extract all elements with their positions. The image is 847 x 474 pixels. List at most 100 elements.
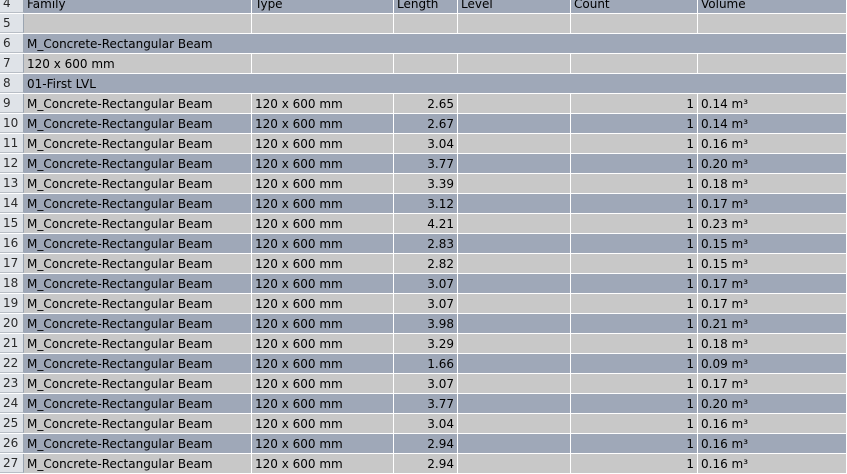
row-number[interactable]: 8 [0,74,24,93]
cell-family[interactable]: M_Concrete-Rectangular Beam [24,334,252,354]
cell-length[interactable]: 2.94 [394,454,458,474]
cell-count[interactable]: 1 [571,94,698,114]
cell-family[interactable]: M_Concrete-Rectangular Beam [24,194,252,214]
cell-volume[interactable]: 0.15 m³ [698,254,847,274]
cell-level[interactable] [458,194,571,214]
cell-count[interactable]: 1 [571,194,698,214]
cell-level[interactable] [458,454,571,474]
cell-family[interactable]: M_Concrete-Rectangular Beam [24,294,252,314]
cell-type[interactable]: 120 x 600 mm [252,174,394,194]
cell-type[interactable]: 120 x 600 mm [252,334,394,354]
cell-level[interactable] [458,134,571,154]
column-header-level[interactable]: Level [458,0,571,14]
cell-count[interactable]: 1 [571,454,698,474]
cell-volume[interactable]: 0.17 m³ [698,374,847,394]
row-number[interactable]: 19 [0,294,24,313]
cell-count[interactable]: 1 [571,214,698,234]
cell-level[interactable] [458,114,571,134]
cell-level[interactable] [458,254,571,274]
cell-volume[interactable]: 0.17 m³ [698,194,847,214]
cell-family[interactable]: M_Concrete-Rectangular Beam [24,454,252,474]
group-label[interactable]: 01-First LVL [24,74,847,94]
cell-volume[interactable]: 0.17 m³ [698,274,847,294]
row-number[interactable]: 20 [0,314,24,333]
cell-volume[interactable]: 0.23 m³ [698,214,847,234]
cell-count[interactable]: 1 [571,154,698,174]
cell-volume[interactable]: 0.16 m³ [698,134,847,154]
row-number[interactable]: 14 [0,194,24,213]
cell-length[interactable]: 3.07 [394,274,458,294]
cell-length[interactable]: 1.66 [394,354,458,374]
cell-family[interactable]: M_Concrete-Rectangular Beam [24,134,252,154]
cell-length[interactable]: 4.21 [394,214,458,234]
row-number[interactable]: 18 [0,274,24,293]
row-number[interactable]: 21 [0,334,24,353]
row-number[interactable]: 9 [0,94,24,113]
row-number[interactable]: 5 [0,14,24,33]
cell-volume[interactable]: 0.14 m³ [698,114,847,134]
cell-type[interactable]: 120 x 600 mm [252,194,394,214]
cell[interactable] [394,54,458,74]
cell[interactable] [698,14,847,34]
column-header-type[interactable]: Type [252,0,394,14]
cell-length[interactable]: 2.83 [394,234,458,254]
cell-volume[interactable]: 0.21 m³ [698,314,847,334]
cell-type[interactable]: 120 x 600 mm [252,94,394,114]
cell-volume[interactable]: 0.16 m³ [698,454,847,474]
cell-volume[interactable]: 0.17 m³ [698,294,847,314]
cell-type[interactable]: 120 x 600 mm [252,234,394,254]
cell-family[interactable]: M_Concrete-Rectangular Beam [24,374,252,394]
row-number[interactable]: 10 [0,114,24,133]
column-header-length[interactable]: Length [394,0,458,14]
cell-family[interactable]: M_Concrete-Rectangular Beam [24,354,252,374]
cell-length[interactable]: 2.65 [394,94,458,114]
cell-count[interactable]: 1 [571,174,698,194]
row-number[interactable]: 17 [0,254,24,273]
cell-volume[interactable]: 0.18 m³ [698,334,847,354]
row-number[interactable]: 24 [0,394,24,413]
cell[interactable] [458,14,571,34]
cell-length[interactable]: 3.39 [394,174,458,194]
cell-length[interactable]: 3.98 [394,314,458,334]
cell-type[interactable]: 120 x 600 mm [252,274,394,294]
row-number[interactable]: 15 [0,214,24,233]
column-header-family[interactable]: Family [24,0,252,14]
cell-family[interactable]: M_Concrete-Rectangular Beam [24,214,252,234]
cell-level[interactable] [458,94,571,114]
cell-family[interactable]: M_Concrete-Rectangular Beam [24,254,252,274]
cell-length[interactable]: 3.77 [394,154,458,174]
row-number[interactable]: 12 [0,154,24,173]
cell-level[interactable] [458,374,571,394]
cell-volume[interactable]: 0.15 m³ [698,234,847,254]
cell[interactable] [571,54,698,74]
cell-volume[interactable]: 0.14 m³ [698,94,847,114]
cell-count[interactable]: 1 [571,234,698,254]
cell-count[interactable]: 1 [571,354,698,374]
cell-family[interactable]: M_Concrete-Rectangular Beam [24,274,252,294]
cell-family[interactable]: M_Concrete-Rectangular Beam [24,234,252,254]
cell[interactable] [24,14,252,34]
cell-type[interactable]: 120 x 600 mm [252,214,394,234]
column-header-volume[interactable]: Volume [698,0,847,14]
row-number[interactable]: 23 [0,374,24,393]
cell-length[interactable]: 3.04 [394,134,458,154]
cell-length[interactable]: 3.07 [394,294,458,314]
cell-type[interactable]: 120 x 600 mm [252,374,394,394]
row-number[interactable]: 27 [0,454,24,473]
cell-length[interactable]: 3.07 [394,374,458,394]
cell-count[interactable]: 1 [571,134,698,154]
cell-family[interactable]: M_Concrete-Rectangular Beam [24,114,252,134]
cell[interactable] [252,54,394,74]
cell-volume[interactable]: 0.16 m³ [698,414,847,434]
cell-level[interactable] [458,214,571,234]
cell-type[interactable]: 120 x 600 mm [252,294,394,314]
row-number[interactable]: 11 [0,134,24,153]
cell-count[interactable]: 1 [571,254,698,274]
cell-length[interactable]: 3.12 [394,194,458,214]
cell-type[interactable]: 120 x 600 mm [252,314,394,334]
cell-level[interactable] [458,334,571,354]
group-label[interactable]: 120 x 600 mm [24,54,252,74]
cell-level[interactable] [458,294,571,314]
cell-count[interactable]: 1 [571,114,698,134]
cell-type[interactable]: 120 x 600 mm [252,154,394,174]
